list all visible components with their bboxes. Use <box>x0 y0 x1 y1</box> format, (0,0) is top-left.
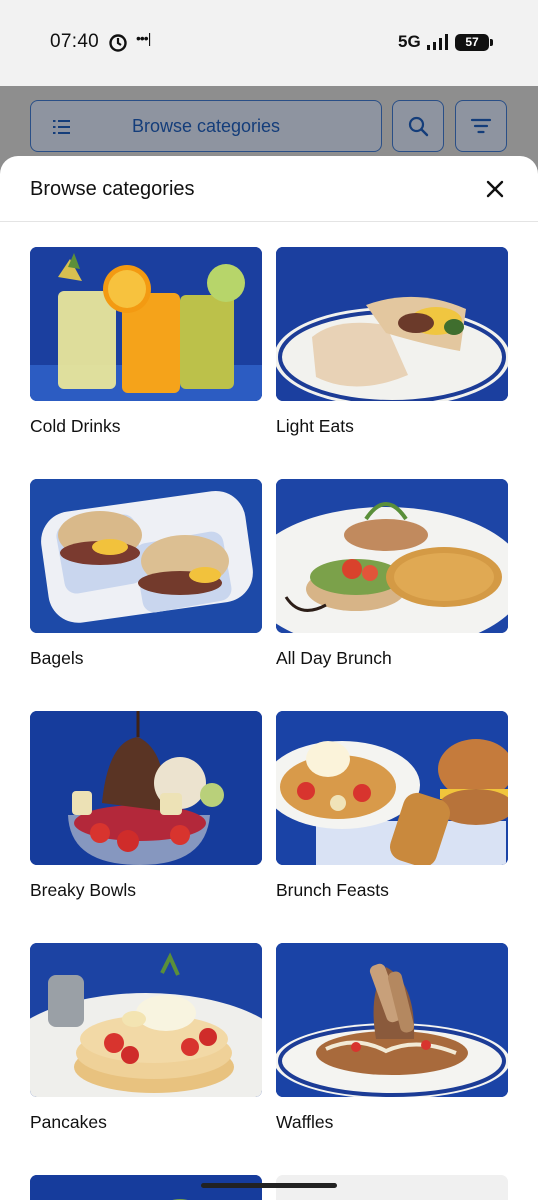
sheet-title: Browse categories <box>30 178 195 200</box>
list-icon <box>53 120 70 134</box>
category-card-waffles[interactable]: Waffles <box>276 943 508 1143</box>
category-image <box>276 943 508 1097</box>
category-label: All Day Brunch <box>276 648 392 668</box>
category-card-light-eats[interactable]: Light Eats <box>276 247 508 447</box>
category-image <box>30 479 262 633</box>
sheet-header: Browse categories <box>0 156 538 222</box>
category-card-brunch-feasts[interactable]: Brunch Feasts <box>276 711 508 911</box>
sync-icon <box>109 34 127 52</box>
category-label: Light Eats <box>276 416 354 436</box>
browse-categories-sheet: Browse categories Cold Drinks Light Eats… <box>0 156 538 1200</box>
category-label: Bagels <box>30 648 84 668</box>
category-label: Breaky Bowls <box>30 880 137 900</box>
category-card-all-day-brunch[interactable]: All Day Brunch <box>276 479 508 679</box>
category-label: Pancakes <box>30 1112 107 1132</box>
status-time: 07:40 <box>50 31 100 52</box>
home-indicator[interactable] <box>201 1183 337 1188</box>
category-image <box>30 247 262 401</box>
close-icon <box>486 180 504 198</box>
filter-button[interactable] <box>455 100 507 152</box>
category-image <box>276 479 508 633</box>
category-card-breaky-bowls[interactable]: Breaky Bowls <box>30 711 262 911</box>
category-label: Waffles <box>276 1112 334 1132</box>
more-dots-icon: •••| <box>136 30 151 46</box>
battery-level: 57 <box>465 35 479 49</box>
search-icon <box>408 116 429 137</box>
battery-icon: 57 <box>455 34 493 51</box>
network-type: 5G <box>398 32 421 51</box>
category-image <box>276 711 508 865</box>
category-card-cold-drinks[interactable]: Cold Drinks <box>30 247 262 447</box>
search-button[interactable] <box>392 100 444 152</box>
status-bar: 07:40 •••| 5G 57 <box>0 0 538 86</box>
browse-categories-button[interactable]: Browse categories <box>30 100 382 152</box>
category-card-pancakes[interactable]: Pancakes <box>30 943 262 1143</box>
category-image <box>30 943 262 1097</box>
category-label: Brunch Feasts <box>276 880 389 900</box>
category-image <box>276 247 508 401</box>
filter-icon <box>470 118 492 134</box>
category-label: Cold Drinks <box>30 416 121 436</box>
category-card-bagels[interactable]: Bagels <box>30 479 262 679</box>
browse-categories-label: Browse categories <box>131 115 281 136</box>
close-button[interactable] <box>482 176 508 202</box>
background-toolbar: Browse categories <box>0 86 538 166</box>
signal-icon <box>427 34 448 50</box>
category-image <box>30 711 262 865</box>
